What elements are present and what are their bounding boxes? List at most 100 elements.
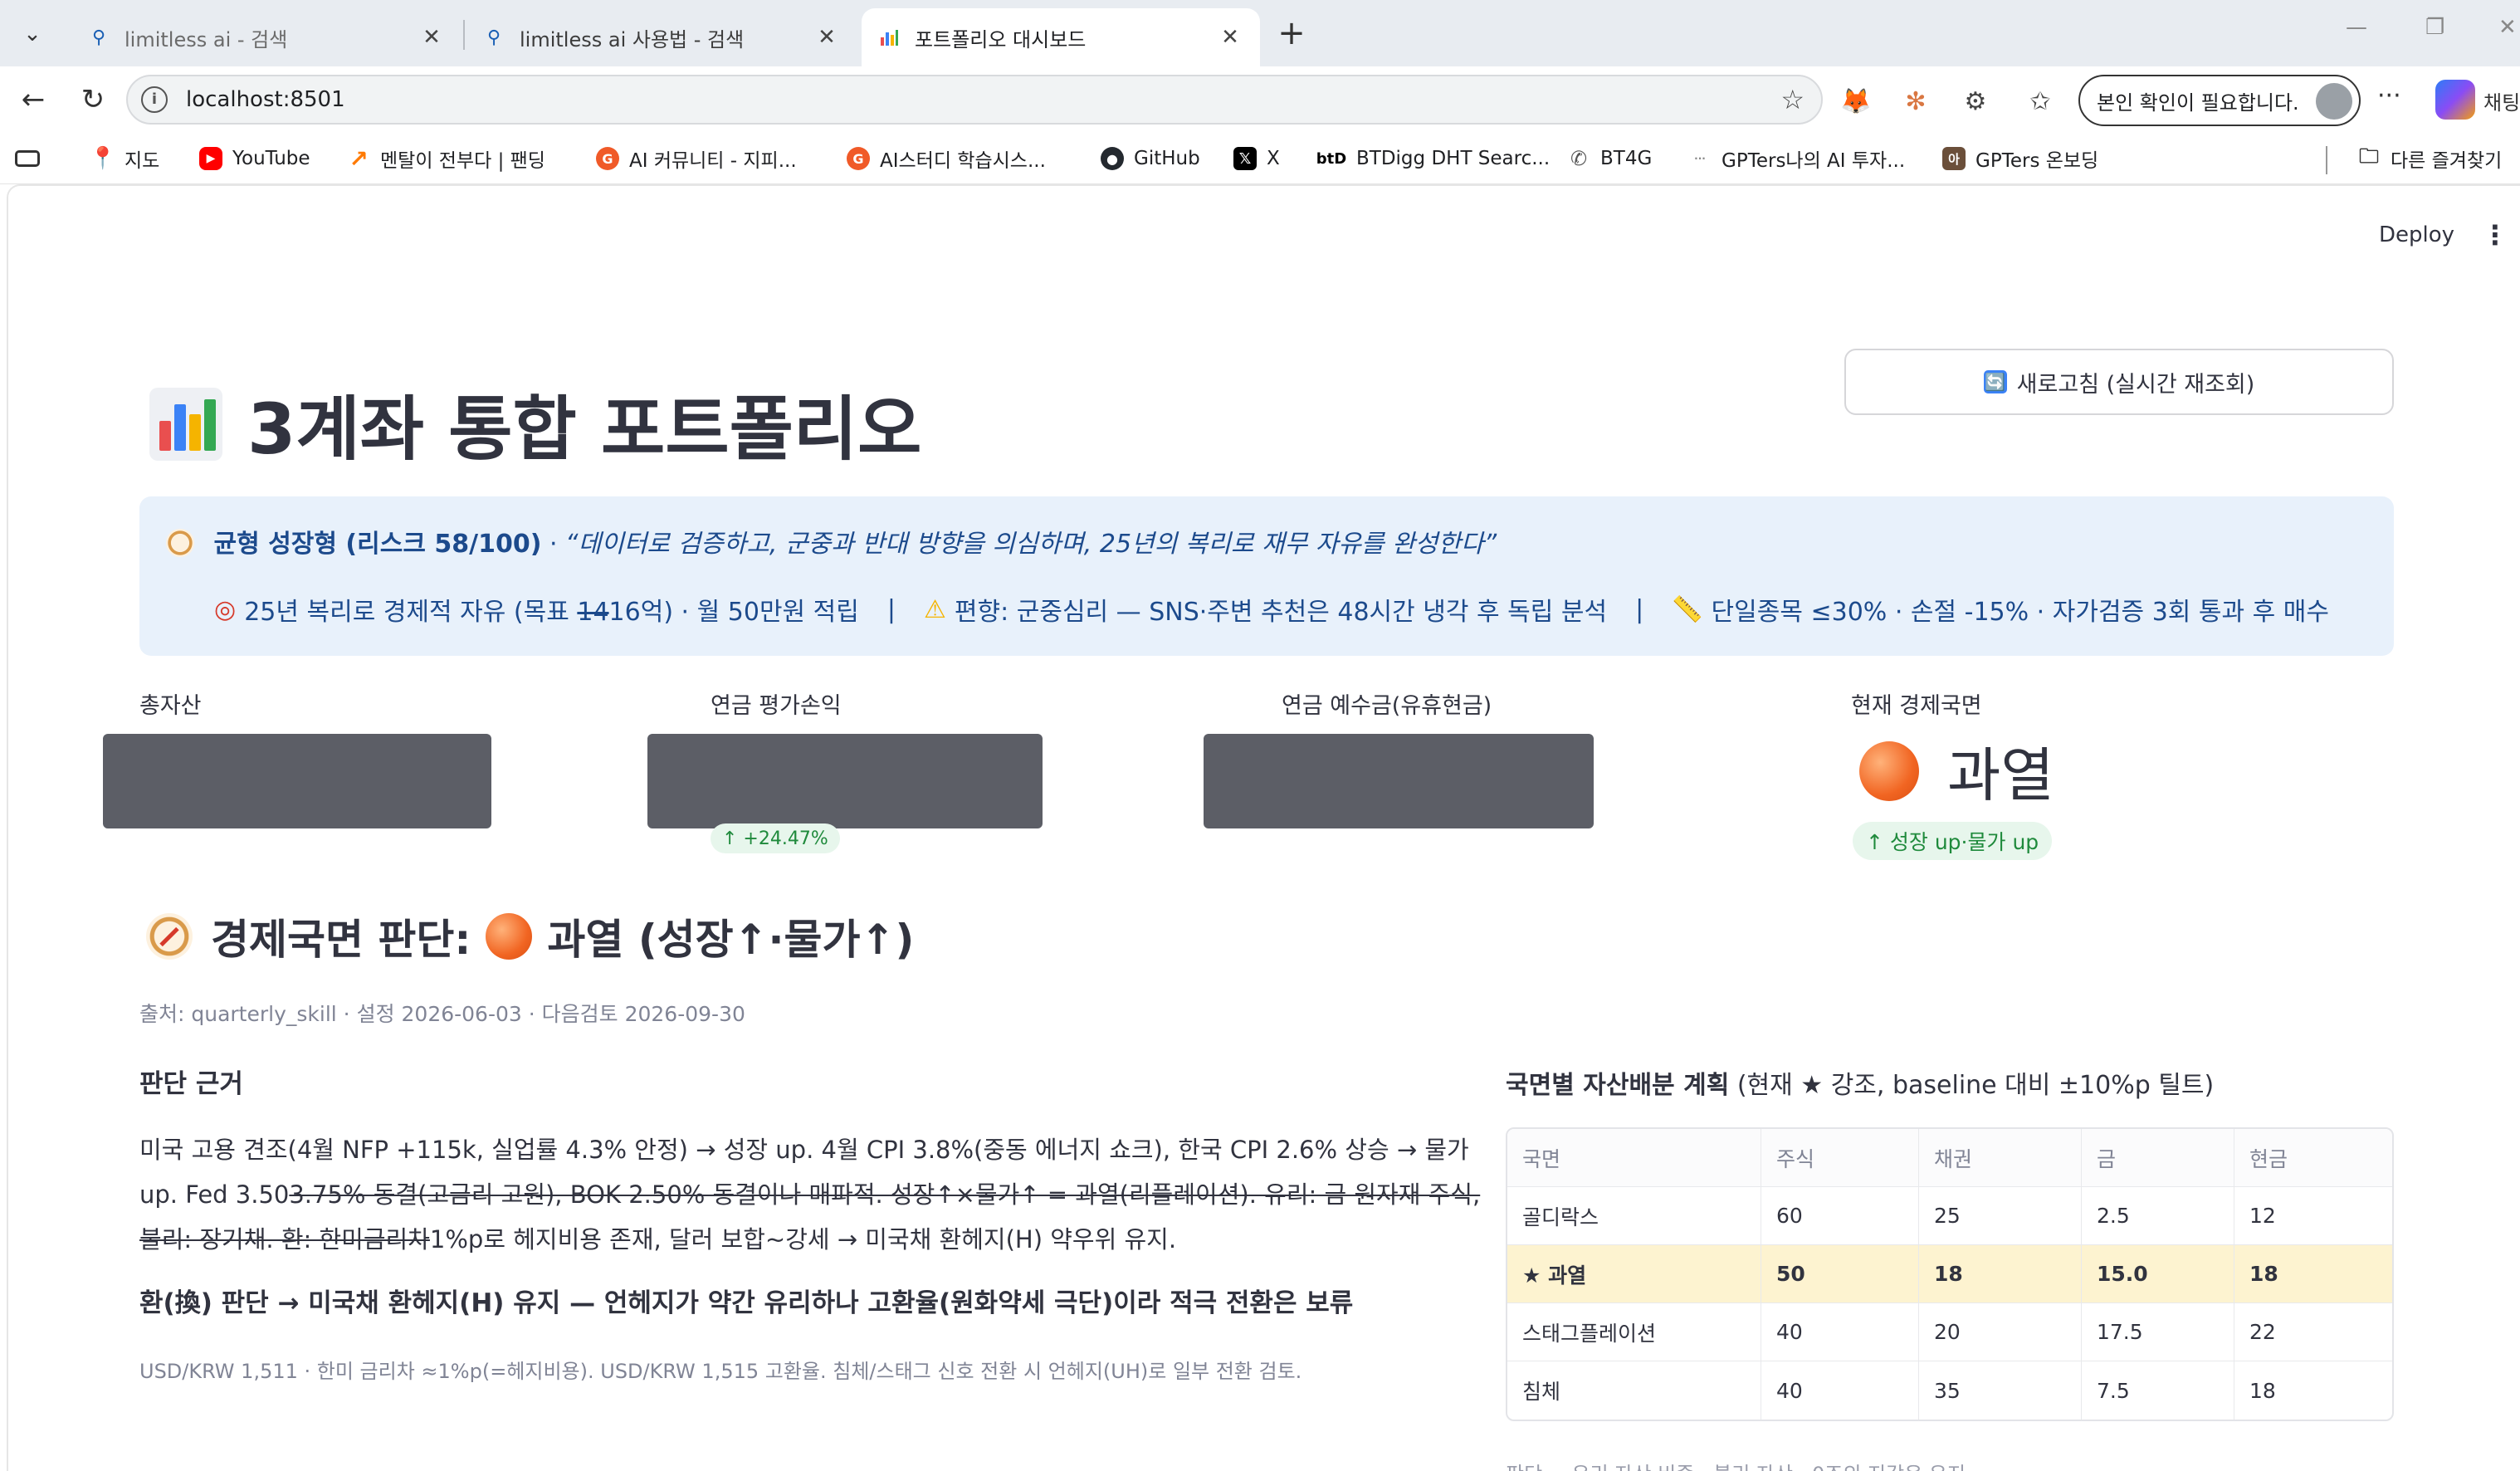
- profile-verify-button[interactable]: 본인 확인이 필요합니다.: [2078, 75, 2361, 126]
- tab-actions-menu-button[interactable]: ⌄: [12, 13, 53, 55]
- bookmark-maps[interactable]: 📍 지도: [90, 141, 160, 176]
- bookmark-gpters-onboarding[interactable]: 아 GPTers 온보딩: [1942, 141, 2098, 176]
- orange-circle-icon: [486, 913, 533, 960]
- close-icon[interactable]: ✕: [813, 25, 840, 50]
- verify-label: 본인 확인이 필요합니다.: [2097, 90, 2299, 115]
- bookmark-label: X: [1267, 148, 1280, 169]
- close-window-icon[interactable]: ✕: [2498, 15, 2517, 40]
- redacted-value-pension-cash: [1204, 734, 1594, 828]
- tab-title: limitless ai - 검색: [125, 27, 288, 51]
- favorites-icon[interactable]: ✩: [2022, 83, 2058, 120]
- bias-text: 편향: 군중심리 — SNS·주변 추천은 48시간 냉각 후 독립 분석: [954, 598, 1608, 627]
- column-header[interactable]: 국면: [1507, 1129, 1761, 1187]
- regime-value-text: 과열: [1947, 741, 2054, 809]
- table-cell: 7.5: [2082, 1361, 2234, 1420]
- tab-title: limitless ai 사용법 - 검색: [520, 27, 745, 51]
- table-row-highlighted: ★ 과열 50 18 15.0 18: [1507, 1245, 2392, 1303]
- goal-struck: 14: [577, 598, 609, 627]
- tab-portfolio-dashboard[interactable]: 포트폴리오 대시보드 ✕: [862, 8, 1260, 66]
- investor-profile-banner: 균형 성장형 (리스크 58/100) · “데이터로 검증하고, 군중과 반대…: [139, 496, 2394, 656]
- info-icon[interactable]: i: [141, 86, 168, 113]
- table-cell: 40: [1761, 1303, 1919, 1361]
- arrow-icon: ↗: [349, 144, 369, 173]
- more-options-icon[interactable]: ···: [2377, 81, 2401, 110]
- metric-label-total-assets: 총자산: [139, 693, 202, 719]
- metric-label-economic-regime: 현재 경제국면: [1851, 693, 1982, 719]
- new-tab-button[interactable]: +: [1270, 13, 1313, 56]
- compass-icon: [166, 529, 194, 557]
- tab-limitless-search[interactable]: ⚲ limitless ai - 검색 ✕: [71, 8, 462, 66]
- separator: ·: [541, 530, 566, 559]
- avatar: [2316, 83, 2352, 120]
- allocation-table[interactable]: 국면 주식 채권 금 현금 골디락스 60 25 2.5 12 ★ 과열 50 …: [1506, 1127, 2394, 1421]
- pipe-separator: |: [886, 594, 896, 624]
- address-bar[interactable]: i localhost:8501 ☆: [126, 75, 1823, 125]
- orange-circle-icon: [1859, 740, 1919, 801]
- metric-label-pension-cash: 연금 예수금(유휴현금): [1282, 693, 1492, 719]
- restore-icon[interactable]: ❐: [2425, 15, 2444, 40]
- btdigg-icon: btD: [1316, 149, 1347, 168]
- star-icon[interactable]: ☆: [1780, 84, 1805, 115]
- allocation-footnote: 판단 ~ 유리 자산 비중 · 불리 자산 · 0조의 지각은 유지: [1506, 1458, 1966, 1471]
- minimize-icon[interactable]: —: [2346, 15, 2367, 40]
- goal-prefix: 25년 복리로 경제적 자유 (목표: [244, 598, 578, 627]
- bookmark-gpters-invest[interactable]: ··· GPTers나의 AI 투자...: [1688, 141, 1905, 176]
- reload-button[interactable]: ↻: [73, 80, 113, 120]
- table-cell: 골디락스: [1507, 1187, 1761, 1245]
- tab-divider: [463, 20, 465, 50]
- allocation-title-bold: 국면별 자산배분 계획: [1506, 1071, 1730, 1100]
- compass-icon: [146, 913, 193, 960]
- table-cell: 12: [2234, 1187, 2392, 1245]
- profile-details: ◎ 25년 복리로 경제적 자유 (목표 1416억) · 월 50만원 적립 …: [214, 591, 2329, 628]
- ruler-icon: 📏: [1672, 594, 1703, 624]
- motto-quote: “데이터로 검증하고, 군중과 반대 방향을 의심하며, 25년의 복리로 재무…: [565, 530, 1497, 559]
- deploy-button[interactable]: Deploy: [2379, 222, 2454, 247]
- url-text[interactable]: localhost:8501: [186, 87, 1780, 112]
- table-cell: 스태그플레이션: [1507, 1303, 1761, 1361]
- claude-icon[interactable]: ✻: [1897, 83, 1934, 120]
- main-menu-icon[interactable]: ⋮: [2482, 219, 2508, 251]
- column-header[interactable]: 채권: [1919, 1129, 2082, 1187]
- fx-caption: USD/KRW 1,511 · 한미 금리차 ≈1%p(=헤지비용). USD/…: [139, 1360, 1302, 1383]
- column-header[interactable]: 현금: [2234, 1129, 2392, 1187]
- extensions-icon[interactable]: ⚙: [1957, 83, 1994, 120]
- bookmark-bt4g[interactable]: ✆ BT4G: [1567, 141, 1652, 176]
- bookmark-btdigg[interactable]: btD BTDigg DHT Searc...: [1316, 141, 1550, 176]
- bookmark-youtube[interactable]: ▶ YouTube: [199, 141, 310, 176]
- reading-list-icon[interactable]: [15, 141, 40, 176]
- close-icon[interactable]: ✕: [418, 25, 445, 50]
- tab-limitless-usage-search[interactable]: ⚲ limitless ai 사용법 - 검색 ✕: [466, 8, 857, 66]
- table-cell: 17.5: [2082, 1303, 2234, 1361]
- close-icon[interactable]: ✕: [1217, 25, 1243, 50]
- risk-type: 균형 성장형 (리스크 58/100): [213, 530, 542, 559]
- refresh-button[interactable]: 🔄 새로고침 (실시간 재조회): [1844, 349, 2394, 415]
- back-button[interactable]: ←: [13, 80, 53, 120]
- copilot-icon[interactable]: [2435, 80, 2475, 120]
- table-row: 스태그플레이션 40 20 17.5 22: [1507, 1303, 2392, 1361]
- bookmark-label: AI 커뮤니티 - 지피...: [629, 150, 797, 172]
- column-header[interactable]: 금: [2082, 1129, 2234, 1187]
- bookmark-ai-community[interactable]: G AI 커뮤니티 - 지피...: [596, 141, 797, 176]
- other-bookmarks-folder[interactable]: 🗀 다른 즐겨찾기: [2357, 141, 2502, 176]
- github-icon: ●: [1101, 147, 1124, 170]
- metric-delta-economic-regime: ↑ 성장 up·물가 up: [1853, 822, 2053, 860]
- table-cell: 18: [2234, 1245, 2392, 1303]
- column-header[interactable]: 주식: [1761, 1129, 1919, 1187]
- metric-delta-pension-pnl: ↑ +24.47%: [711, 823, 840, 853]
- table-cell: 60: [1761, 1187, 1919, 1245]
- bookmark-github[interactable]: ● GitHub: [1101, 141, 1200, 176]
- bookmark-fanding[interactable]: ↗ 멘탈이 전부다 | 팬딩: [347, 141, 545, 176]
- allocation-title-rest: (현재 ★ 강조, baseline 대비 ±10%p 틸트): [1729, 1071, 2215, 1100]
- metric-label-pension-pnl: 연금 평가손익: [711, 693, 842, 719]
- metamask-icon[interactable]: 🦊: [1838, 83, 1874, 120]
- bookmark-label: 지도: [125, 150, 160, 172]
- bookmark-x[interactable]: 𝕏 X: [1233, 141, 1280, 176]
- copilot-label[interactable]: 채팅: [2483, 86, 2520, 115]
- bookmark-label: GPTers 온보딩: [1975, 150, 2099, 172]
- tab-title: 포트폴리오 대시보드: [915, 27, 1087, 51]
- bookmarks-divider: [2326, 146, 2327, 174]
- redacted-value-pension-pnl: [647, 734, 1043, 828]
- regime-title-prefix: 경제국면 판단:: [211, 916, 471, 964]
- profile-summary: 균형 성장형 (리스크 58/100) · “데이터로 검증하고, 군중과 반대…: [166, 523, 1497, 560]
- bookmark-ai-study[interactable]: G AI스터디 학습시스...: [847, 141, 1046, 176]
